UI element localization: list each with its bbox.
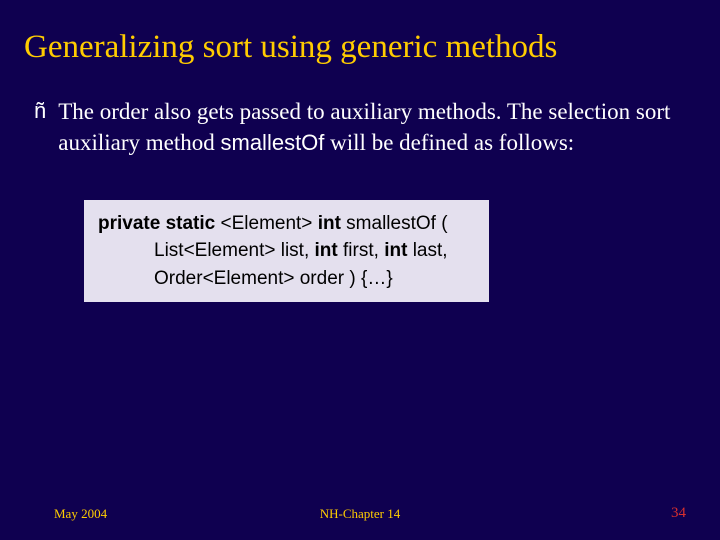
bullet-text: The order also gets passed to auxiliary …	[58, 96, 686, 158]
keyword-int3: int	[384, 240, 407, 261]
keyword-int2: int	[315, 240, 338, 261]
code-l2c: last,	[407, 240, 447, 261]
code-sig-name: smallestOf (	[341, 213, 448, 234]
slide-footer: May 2004 NH-Chapter 14 34	[0, 505, 720, 522]
footer-chapter: NH-Chapter 14	[320, 506, 401, 522]
code-l2b: first,	[338, 240, 384, 261]
keyword-static: static	[166, 213, 216, 234]
slide-title: Generalizing sort using generic methods	[0, 0, 720, 78]
slide-body: ñ The order also gets passed to auxiliar…	[0, 78, 720, 303]
bullet-text-after: will be defined as follows:	[324, 130, 574, 155]
footer-page-number: 34	[671, 505, 686, 522]
keyword-int: int	[318, 213, 341, 234]
code-generic: <Element>	[215, 213, 317, 234]
method-name: smallestOf	[221, 130, 325, 155]
code-line-3: Order<Element> order ) {…}	[98, 265, 477, 293]
code-block: private static <Element> int smallestOf …	[84, 200, 489, 303]
bullet-item: ñ The order also gets passed to auxiliar…	[34, 96, 686, 158]
bullet-marker: ñ	[34, 98, 46, 124]
code-line-1: private static <Element> int smallestOf …	[98, 210, 477, 238]
code-l2a: List<Element> list,	[154, 240, 315, 261]
footer-date: May 2004	[54, 506, 107, 522]
slide: Generalizing sort using generic methods …	[0, 0, 720, 540]
code-line-2: List<Element> list, int first, int last,	[98, 237, 477, 265]
keyword-private: private	[98, 213, 160, 234]
